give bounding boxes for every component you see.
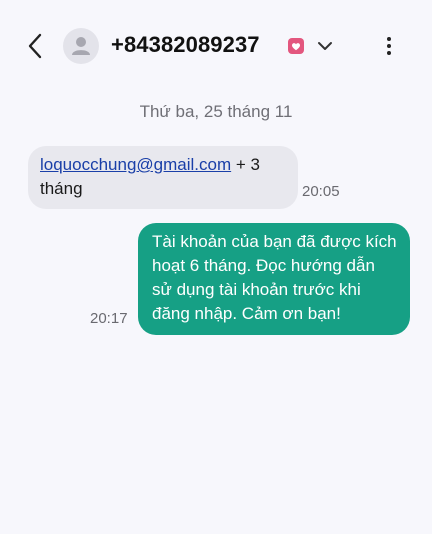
email-link[interactable]: loquocchung@gmail.com [40,155,231,174]
chevron-left-icon [28,33,42,59]
incoming-message-time: 20:05 [302,183,340,200]
outgoing-message-time: 20:17 [90,310,128,327]
outgoing-message-bubble[interactable]: Tài khoản của bạn đã được kích hoạt 6 th… [138,223,410,335]
person-icon [72,37,90,55]
back-button[interactable] [22,30,50,62]
sim-badge-icon [288,38,304,54]
contact-avatar[interactable] [63,28,99,64]
date-separator: Thứ ba, 25 tháng 11 [139,102,293,121]
contact-dropdown-button[interactable] [316,38,334,54]
incoming-message-bubble[interactable]: loquocchung@gmail.com + 3 tháng [28,146,298,209]
conversation-header: +84382089237 [0,0,432,92]
chevron-down-icon [318,42,332,50]
more-vertical-icon [387,37,391,55]
more-options-button[interactable] [380,34,398,58]
contact-phone-number[interactable]: +84382089237 [111,32,260,58]
outgoing-message-text: Tài khoản của bạn đã được kích hoạt 6 th… [152,232,397,323]
